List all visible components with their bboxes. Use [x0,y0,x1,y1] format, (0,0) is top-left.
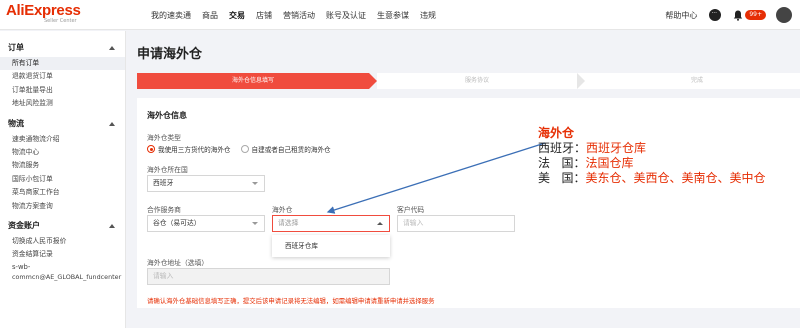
sidebar-item-fund-account-cont[interactable]: commcn@AE_GLOBAL_fundcenter [0,272,125,282]
sidebar-item-refunds[interactable]: 退款退货订单 [0,70,125,83]
caret-up-icon [109,46,115,50]
sidebar-item-cainiao-workbench[interactable]: 菜鸟商家工作台 [0,186,125,199]
logo-subtitle: Seller Center [44,18,77,24]
country-label: 海外仓所在国 [147,166,188,174]
nav-account[interactable]: 账号及认证 [326,10,366,21]
sidebar-item-order-export[interactable]: 订单批量导出 [0,84,125,97]
warehouse-option[interactable]: 西班牙仓库 [272,235,390,257]
radio-self-built[interactable] [240,145,249,153]
annotation-value: 美东仓、美西仓、美南仓、美中仓 [585,171,766,185]
warehouse-select[interactable]: 请选择 [272,215,390,232]
submit-warning: 请确认海外仓基础信息填写正确，提交后该申请记录将无法编辑，如需编辑申请请重新申请… [147,297,435,305]
sidebar-item-fund-account[interactable]: s-wb- [0,262,125,272]
section-title: 海外仓信息 [147,111,187,120]
logo-text: AliExpress [6,2,81,19]
sidebar: 订单 所有订单 退款退货订单 订单批量导出 地址风险监测 物流 速卖通物流介绍 … [0,31,126,328]
progress-steps: 海外仓信息填写 服务协议 完成 [137,73,800,89]
sidebar-item-rmb-quote[interactable]: 切换成人民币报价 [0,235,125,248]
top-right-tools: 帮助中心 99+ [665,0,792,30]
warehouse-option-label: 西班牙仓库 [285,242,318,250]
avatar[interactable] [776,7,792,23]
radio-third-party[interactable] [147,145,155,153]
annotation-box: 海外仓 西班牙：西班牙仓库 法 国：法国仓库 美 国：美东仓、美西仓、美南仓、美… [538,125,800,186]
nav-products[interactable]: 商品 [202,10,218,21]
sidebar-group-label: 订单 [8,43,24,52]
radio-third-party-label[interactable]: 我使用三方货代的海外仓 [158,144,231,154]
chevron-up-icon [377,222,383,225]
annotation-key: 西班牙： [538,141,587,155]
sidebar-item-logistics-service[interactable]: 物流服务 [0,159,125,172]
address-label: 海外仓地址（选填） [147,259,209,267]
annotation-key: 法 国： [538,156,586,170]
provider-select[interactable]: 谷仓（易可达） [147,215,265,232]
sidebar-item-all-orders[interactable]: 所有订单 [0,57,125,71]
step-2: 服务协议 [464,77,489,84]
radio-self-built-label[interactable]: 自建或者自己租赁的海外仓 [252,144,331,154]
provider-label: 合作服务商 [147,206,181,214]
help-center-link[interactable]: 帮助中心 [665,10,697,21]
sidebar-item-intl-parcel[interactable]: 国际小包订单 [0,173,125,186]
annotation-value: 法国仓库 [585,156,634,170]
annotation-value: 西班牙仓库 [586,141,647,155]
address-placeholder: 请输入 [153,272,174,280]
nav-business-advisor[interactable]: 生意参谋 [377,10,409,21]
step-arrow [577,73,585,89]
nav-violations[interactable]: 违规 [420,10,436,21]
step-3: 完成 [690,77,703,84]
warehouse-label: 海外仓 [272,206,293,214]
address-input[interactable]: 请输入 [147,268,390,285]
customer-code-input[interactable]: 请输入 [397,215,515,232]
step-1-active: 海外仓信息填写 [137,73,369,89]
chevron-down-icon [252,182,258,185]
annotation-line-spain: 西班牙：西班牙仓库 [538,141,800,156]
warehouse-type-radios: 我使用三方货代的海外仓 自建或者自己租赁的海外仓 [147,144,341,154]
provider-select-value: 谷仓（易可达） [153,219,201,227]
annotation-line-usa: 美 国：美东仓、美西仓、美南仓、美中仓 [538,171,800,186]
sidebar-group-logistics[interactable]: 物流 [0,115,125,133]
sidebar-item-settlement[interactable]: 资金结算记录 [0,248,125,261]
sidebar-item-logistics-center[interactable]: 物流中心 [0,146,125,159]
customer-code-label: 客户代码 [397,206,425,214]
sidebar-item-logistics-intro[interactable]: 速卖通物流介绍 [0,133,125,146]
bell-icon[interactable] [733,10,743,21]
sidebar-group-funds[interactable]: 资金账户 [0,217,125,235]
sidebar-group-orders[interactable]: 订单 [0,39,125,57]
notification-badge: 99+ [745,10,766,20]
caret-up-icon [109,121,115,126]
annotation-line-france: 法 国：法国仓库 [538,156,800,171]
country-select-value: 西班牙 [153,179,174,187]
nav-marketing[interactable]: 营销活动 [283,10,315,21]
top-nav: 我的速卖通 商品 交易 店铺 营销活动 账号及认证 生意参谋 违规 [151,0,447,30]
nav-store[interactable]: 店铺 [256,10,272,21]
warehouse-type-label: 海外仓类型 [147,134,181,142]
sidebar-item-address-risk[interactable]: 地址风险监测 [0,97,125,110]
customer-code-placeholder: 请输入 [403,219,424,227]
country-select[interactable]: 西班牙 [147,175,265,192]
top-bar: AliExpress Seller Center 我的速卖通 商品 交易 店铺 … [0,0,800,30]
warehouse-select-placeholder: 请选择 [278,219,299,227]
annotation-key: 美 国： [538,171,586,185]
sidebar-group-label: 物流 [8,118,24,128]
step-arrow [369,73,377,89]
annotation-title: 海外仓 [538,126,575,140]
sidebar-item-logistics-plan[interactable]: 物流方案查询 [0,200,125,213]
aliexpress-logo[interactable]: AliExpress Seller Center [6,2,81,24]
chevron-down-icon [252,222,258,225]
nav-trade[interactable]: 交易 [229,10,245,21]
page-title: 申请海外仓 [137,47,203,62]
caret-up-icon [109,223,115,228]
chat-icon[interactable] [709,9,722,21]
nav-my-aliexpress[interactable]: 我的速卖通 [151,10,191,21]
sidebar-group-label: 资金账户 [8,220,40,230]
